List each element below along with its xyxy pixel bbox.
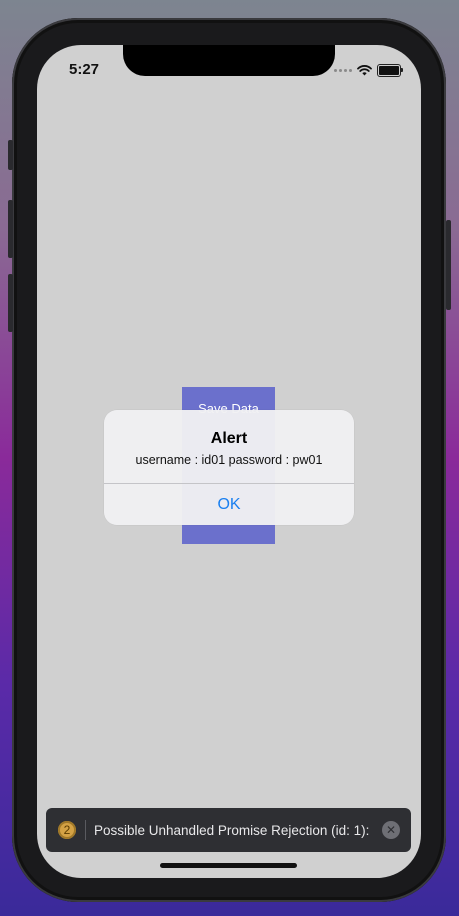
toast-separator — [85, 820, 86, 840]
alert-dialog: Alert username : id01 password : pw01 OK — [104, 410, 354, 525]
power-button — [446, 220, 451, 310]
volume-up-button — [8, 200, 13, 258]
screen: 5:27 Save Data Alert username : id01 pas… — [37, 45, 421, 878]
home-indicator[interactable] — [160, 863, 297, 868]
alert-ok-button[interactable]: OK — [104, 484, 354, 525]
warning-count-badge: 2 — [58, 821, 76, 839]
volume-down-button — [8, 274, 13, 332]
mute-switch — [8, 140, 13, 170]
alert-message: username : id01 password : pw01 — [135, 453, 323, 467]
alert-title: Alert — [210, 430, 248, 447]
close-icon[interactable]: ✕ — [382, 821, 400, 839]
toast-message: Possible Unhandled Promise Rejection (id… — [94, 822, 370, 838]
yellowbox-warning-toast[interactable]: 2 Possible Unhandled Promise Rejection (… — [46, 808, 411, 852]
